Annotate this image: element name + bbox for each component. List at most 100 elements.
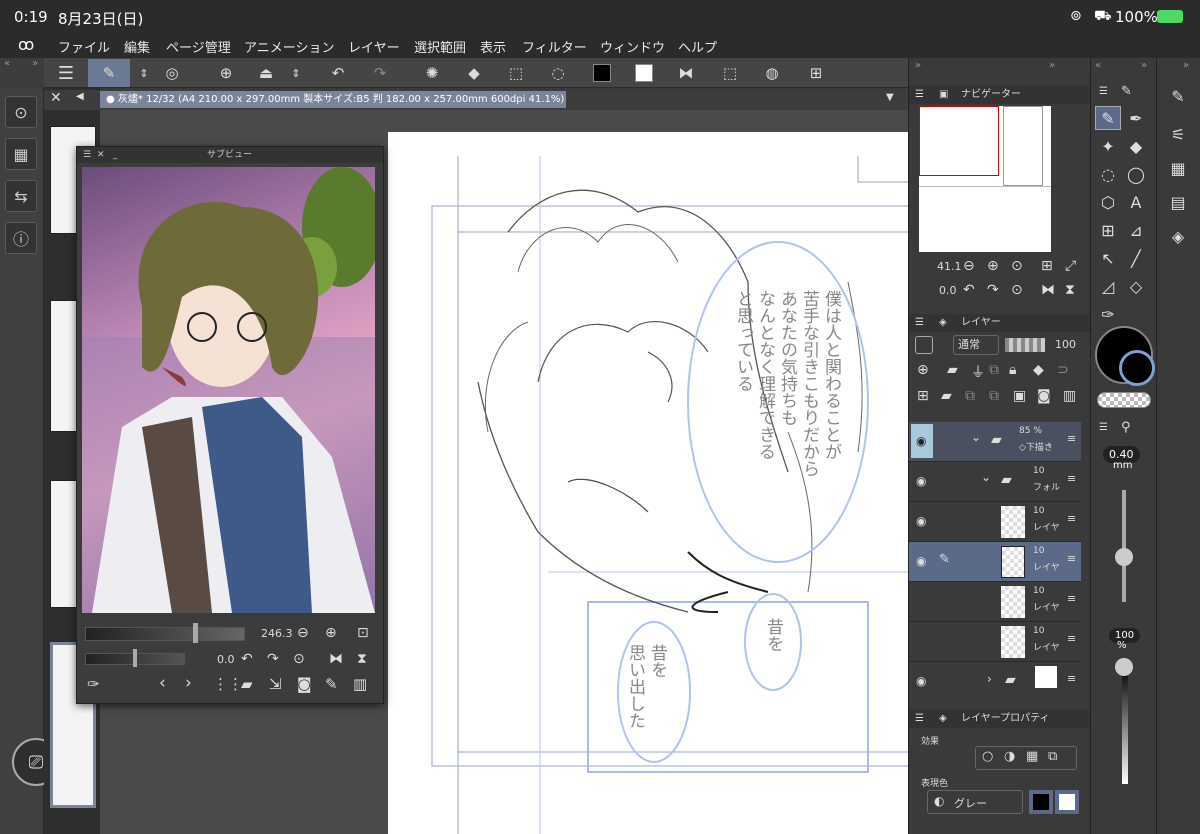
eye-icon[interactable]: ◉ — [916, 514, 926, 528]
brush-opacity-slider[interactable] — [1122, 666, 1128, 784]
delete-layer-icon[interactable]: ▥ — [1063, 388, 1076, 404]
expand-right-icon[interactable]: » — [1183, 60, 1189, 71]
new-page-icon[interactable]: ⊕ — [214, 61, 238, 85]
fit-icon[interactable]: ⊡ — [357, 625, 369, 641]
simple-mode-button[interactable]: ✎ — [88, 59, 130, 87]
panel-menu-icon[interactable]: ☰ — [915, 314, 924, 332]
layer-row[interactable]: 10 レイヤ ≡ — [909, 582, 1081, 622]
brush-tool[interactable]: ✒ — [1123, 106, 1149, 130]
expand-chevron-icon[interactable]: ⌄ — [981, 470, 991, 484]
copy-icon[interactable]: ⧉ — [965, 388, 975, 404]
clip-studio-icon[interactable]: ◎ — [160, 61, 184, 85]
line-tool[interactable]: ╱ — [1123, 246, 1149, 270]
drag-handle-icon[interactable]: ≡ — [1067, 472, 1076, 485]
sub-color-circle[interactable] — [1119, 350, 1155, 386]
flip-vertical-icon[interactable]: ⧗ — [357, 651, 367, 667]
black-color-toggle[interactable] — [1029, 790, 1053, 814]
flip-horizontal-icon[interactable]: ⧓ — [674, 61, 698, 85]
prev-tab-icon[interactable]: ◀ — [76, 91, 84, 102]
flip-horizontal-icon[interactable]: ⧓ — [329, 651, 343, 667]
pen-sub-tool[interactable]: ✎ — [1165, 84, 1191, 108]
fit-page-icon[interactable]: ⊞ — [1041, 258, 1053, 274]
drag-handle-icon[interactable]: ≡ — [1067, 672, 1076, 685]
lasso-tool[interactable]: ◌ — [1095, 162, 1121, 186]
rotate-right-icon[interactable]: ↷ — [267, 651, 279, 667]
zoom-icon[interactable]: ⊙ — [5, 96, 37, 128]
transform-icon[interactable]: ⬚ — [504, 61, 528, 85]
drag-handle-icon[interactable]: ≡ — [1067, 432, 1076, 445]
lasso-icon[interactable]: ◌ — [546, 61, 570, 85]
navigator-viewport-frame[interactable] — [919, 106, 999, 176]
canvas-paper[interactable]: 僕は人と関わることが 苦手な引きこもりだから あなたの気持ちも なんとなく理解で… — [388, 132, 908, 834]
opacity-slider[interactable] — [1005, 338, 1045, 352]
redo-icon[interactable]: ↷ — [368, 61, 392, 85]
color-palette-icon[interactable]: ▦ — [1165, 156, 1191, 180]
menu-file[interactable]: ファイル — [58, 37, 110, 56]
menu-selection[interactable]: 選択範囲 — [414, 37, 466, 56]
rotate-right-icon[interactable]: ↷ — [987, 282, 999, 298]
effect-buttons[interactable]: ○ ◑ ▦ ⧉ — [975, 746, 1077, 770]
layer-new-icon[interactable]: ⊞ — [917, 388, 929, 404]
menu-help[interactable]: ヘルプ — [678, 37, 717, 56]
tone-icon[interactable]: ▦ — [1026, 749, 1038, 764]
camera-icon[interactable]: ◙ — [297, 675, 312, 693]
white-color-swatch[interactable] — [632, 61, 656, 85]
selection-launcher-icon[interactable]: ◍ — [760, 61, 784, 85]
new-folder-icon[interactable]: ▰ — [947, 362, 958, 378]
eye-icon[interactable]: ◉ — [916, 674, 926, 688]
white-color-toggle[interactable] — [1055, 790, 1079, 814]
layer-color-icon[interactable] — [915, 336, 933, 354]
collapse-right-icon[interactable]: » — [915, 60, 921, 71]
info-icon[interactable]: ⓘ — [5, 222, 37, 254]
expand-right-icon[interactable]: » — [32, 58, 38, 69]
grid-icon[interactable]: ⋮⋮ — [213, 675, 243, 693]
zoom-in-icon[interactable]: ⊕ — [325, 625, 337, 641]
color-drops-icon[interactable]: ◈ — [1165, 224, 1191, 248]
ruler-tool[interactable]: ◿ — [1095, 274, 1121, 298]
zoom-slider[interactable] — [85, 627, 245, 641]
export-icon[interactable]: ⏏ — [254, 61, 278, 85]
hamburger-menu-icon[interactable]: ☰ — [54, 61, 78, 85]
stop-icon[interactable]: ⊙ — [1011, 258, 1023, 274]
lock-icon[interactable]: 🔒︎ — [1009, 362, 1016, 378]
rotation-slider-handle[interactable] — [133, 649, 137, 667]
reference-image[interactable] — [82, 167, 375, 613]
deselect-icon[interactable]: ⬚ — [718, 61, 742, 85]
mask-icon[interactable]: ◆ — [1033, 362, 1044, 378]
panel-menu-icon[interactable]: ☰ — [1099, 422, 1108, 433]
tab-dropdown-icon[interactable]: ▼ — [886, 92, 894, 103]
brush-opacity-slider-handle[interactable] — [1115, 658, 1133, 676]
layer-color-effect-icon[interactable]: ⧉ — [1048, 749, 1057, 764]
minimize-icon[interactable]: _ — [113, 147, 118, 163]
collapse-left-icon[interactable]: « — [4, 58, 10, 69]
document-tab[interactable]: ● 灰燼* 12/32 (A4 210.00 x 297.00mm 製本サイズ:… — [100, 91, 566, 108]
balloon-tool[interactable]: ◯ — [1123, 162, 1149, 186]
calendar-icon[interactable]: ▦ — [5, 138, 37, 170]
ruler-icon[interactable]: ⏚ — [971, 362, 985, 382]
next-image-icon[interactable]: › — [185, 673, 192, 693]
spark-tool[interactable]: ✦ — [1095, 134, 1121, 158]
reset-rotation-icon[interactable]: ⊙ — [1011, 282, 1023, 298]
reset-rotation-icon[interactable]: ⊙ — [293, 651, 305, 667]
close-tab-icon[interactable]: ✕ — [50, 90, 62, 106]
fill-tool[interactable]: ◆ — [1123, 134, 1149, 158]
blend-mode-select[interactable]: 通常 — [953, 335, 999, 355]
panel-menu-icon[interactable]: ☰ — [915, 86, 924, 104]
menu-layer[interactable]: レイヤー — [348, 37, 400, 56]
brush-size-slider[interactable] — [1122, 490, 1126, 602]
layer-list[interactable]: ◉ ⌄ ▰ 85 % ◇下描き ≡ ◉ ⌄ ▰ 10 フォル ≡ ◉ 10 レイ… — [909, 422, 1081, 692]
layer-row[interactable]: ◉ ⌄ ▰ 85 % ◇下描き ≡ — [909, 422, 1081, 462]
export-switch-icon[interactable]: ⇕ — [284, 61, 308, 85]
loading-icon[interactable]: ✺ — [420, 61, 444, 85]
drag-handle-icon[interactable]: ≡ — [1067, 552, 1076, 565]
watercolor-icon[interactable]: ◑ — [1004, 749, 1015, 764]
edit-icon[interactable]: ✎ — [325, 675, 338, 693]
import-icon[interactable]: ⇲ — [269, 675, 282, 693]
border-effect-icon[interactable]: ○ — [982, 749, 993, 764]
layer-row[interactable]: ◉ 10 レイヤ ≡ — [909, 502, 1081, 542]
color-mode-select[interactable]: ◐ グレー — [927, 790, 1023, 814]
clip-icon[interactable]: ⊃ — [1057, 362, 1069, 378]
rotate-left-icon[interactable]: ↶ — [963, 282, 975, 298]
object-select-tool[interactable]: ↖ — [1095, 246, 1121, 270]
zoom-slider-handle[interactable] — [193, 623, 198, 643]
